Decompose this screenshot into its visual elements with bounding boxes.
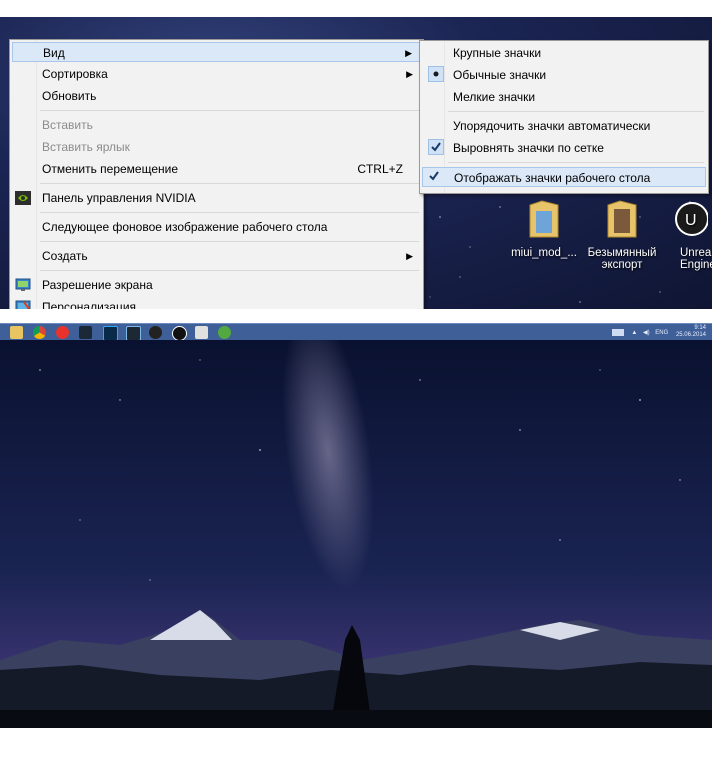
menu-item-sort[interactable]: Сортировка ▶ — [12, 64, 421, 84]
desktop-wallpaper — [0, 340, 712, 728]
desktop-icon-label: Unrea — [680, 247, 712, 259]
submenu-item-medium-icons[interactable]: Обычные значки — [422, 65, 706, 85]
menu-item-label: Разрешение экрана — [42, 278, 153, 292]
menu-item-label: Персонализация — [42, 300, 137, 309]
menu-separator — [40, 110, 419, 111]
keyboard-icon[interactable] — [611, 328, 624, 336]
menu-item-label: Выровнять значки по сетке — [453, 141, 604, 155]
menu-item-create[interactable]: Создать ▶ — [12, 246, 421, 266]
menu-item-shortcut: CTRL+Z — [357, 162, 403, 176]
menu-item-refresh[interactable]: Обновить — [12, 86, 421, 106]
menu-item-label: Отменить перемещение — [42, 162, 179, 176]
desktop-icon-label-2: Engine — [680, 259, 712, 271]
submenu-item-show-desktop-icons[interactable]: Отображать значки рабочего стола — [422, 167, 706, 187]
figure-icon[interactable] — [195, 326, 208, 339]
menu-item-label: Создать — [42, 249, 88, 263]
folder-icon — [529, 200, 559, 238]
desktop-icon-label: Безымянный — [587, 247, 657, 259]
submenu-arrow-icon: ▶ — [406, 251, 413, 261]
menu-separator — [40, 241, 419, 242]
clock[interactable]: 9:14 25.06.2014 — [676, 325, 706, 339]
folder-icon — [607, 200, 637, 238]
personalize-icon — [15, 300, 31, 309]
unreal-icon[interactable] — [172, 326, 187, 341]
menu-item-label: Отображать значки рабочего стола — [454, 171, 651, 185]
menu-item-paste-shortcut: Вставить ярлык — [12, 137, 421, 157]
desktop-icon-label-2: экспорт — [601, 259, 643, 271]
desktop-icon-unreal[interactable]: U Unrea Engine — [660, 197, 712, 271]
checkmark-icon — [428, 139, 444, 155]
submenu-arrow-icon: ▶ — [405, 48, 412, 58]
volume-icon[interactable]: ◀) — [643, 330, 650, 336]
system-tray: ▲ ◀) ENG 9:14 25.06.2014 — [611, 325, 706, 340]
menu-separator — [40, 270, 419, 271]
menu-item-label: Упорядочить значки автоматически — [453, 119, 651, 133]
menu-item-label: Панель управления NVIDIA — [42, 191, 196, 205]
menu-item-label: Обновить — [42, 89, 97, 103]
desktop-icon-miui[interactable]: miui_mod_... — [504, 197, 584, 259]
clock-date: 25.06.2014 — [675, 332, 706, 338]
menu-item-label: Сортировка — [42, 67, 108, 81]
desktop-icon-label: miui_mod_... — [511, 247, 577, 259]
view-submenu: Крупные значки Обычные значки Мелкие зна… — [419, 40, 709, 194]
nvidia-icon — [15, 191, 31, 205]
menu-item-view[interactable]: Вид ▶ — [12, 42, 421, 62]
unreal-engine-icon: U — [675, 202, 709, 236]
desktop-screenshot-top: miui_mod_... Безымянный экспорт U Unrea … — [0, 17, 712, 309]
menu-item-next-wallpaper[interactable]: Следующее фоновое изображение рабочего с… — [12, 217, 421, 237]
menu-separator — [448, 111, 704, 112]
desktop-context-menu: Вид ▶ Сортировка ▶ Обновить Вставить Вст… — [9, 39, 424, 309]
chrome-icon[interactable] — [33, 326, 46, 339]
submenu-arrow-icon: ▶ — [406, 69, 413, 79]
checkmark-icon — [427, 169, 443, 185]
photoshop-icon[interactable] — [103, 326, 118, 341]
menu-item-label: Обычные значки — [453, 68, 547, 82]
menu-item-nvidia-panel[interactable]: Панель управления NVIDIA — [12, 188, 421, 208]
svg-text:U: U — [685, 212, 697, 229]
submenu-item-auto-arrange[interactable]: Упорядочить значки автоматически — [422, 116, 706, 136]
app-icon[interactable] — [149, 326, 162, 339]
menu-item-label: Вид — [43, 46, 65, 60]
explorer-icon[interactable] — [10, 326, 23, 339]
menu-item-personalization[interactable]: Персонализация — [12, 297, 421, 309]
yandex-icon[interactable] — [56, 326, 69, 339]
menu-item-label: Крупные значки — [453, 46, 542, 60]
lightroom-icon[interactable] — [126, 326, 141, 341]
desktop-icon-unnamed-export[interactable]: Безымянный экспорт — [582, 197, 662, 271]
menu-separator — [40, 212, 419, 213]
submenu-item-align-grid[interactable]: Выровнять значки по сетке — [422, 138, 706, 158]
utorrent-icon[interactable] — [218, 326, 231, 339]
menu-item-screen-resolution[interactable]: Разрешение экрана — [12, 275, 421, 295]
menu-separator — [40, 183, 419, 184]
menu-item-label: Вставить ярлык — [42, 140, 130, 154]
submenu-item-small-icons[interactable]: Мелкие значки — [422, 87, 706, 107]
tray-arrow-icon[interactable]: ▲ — [631, 330, 637, 336]
menu-separator — [448, 162, 704, 163]
clock-time: 9:14 — [694, 325, 706, 331]
steam-icon[interactable] — [79, 326, 92, 339]
menu-item-label: Вставить — [42, 118, 93, 132]
menu-item-label: Следующее фоновое изображение рабочего с… — [42, 220, 328, 234]
menu-item-undo-move[interactable]: Отменить перемещение CTRL+Z — [12, 159, 421, 179]
menu-item-paste: Вставить — [12, 115, 421, 135]
taskbar: ▲ ◀) ENG 9:14 25.06.2014 — [0, 323, 712, 341]
submenu-item-large-icons[interactable]: Крупные значки — [422, 43, 706, 63]
language-indicator[interactable]: ENG — [655, 330, 668, 336]
radio-dot-icon — [428, 66, 444, 82]
menu-item-label: Мелкие значки — [453, 90, 536, 104]
display-icon — [15, 278, 31, 291]
wallpaper-mountains-night — [0, 340, 712, 728]
